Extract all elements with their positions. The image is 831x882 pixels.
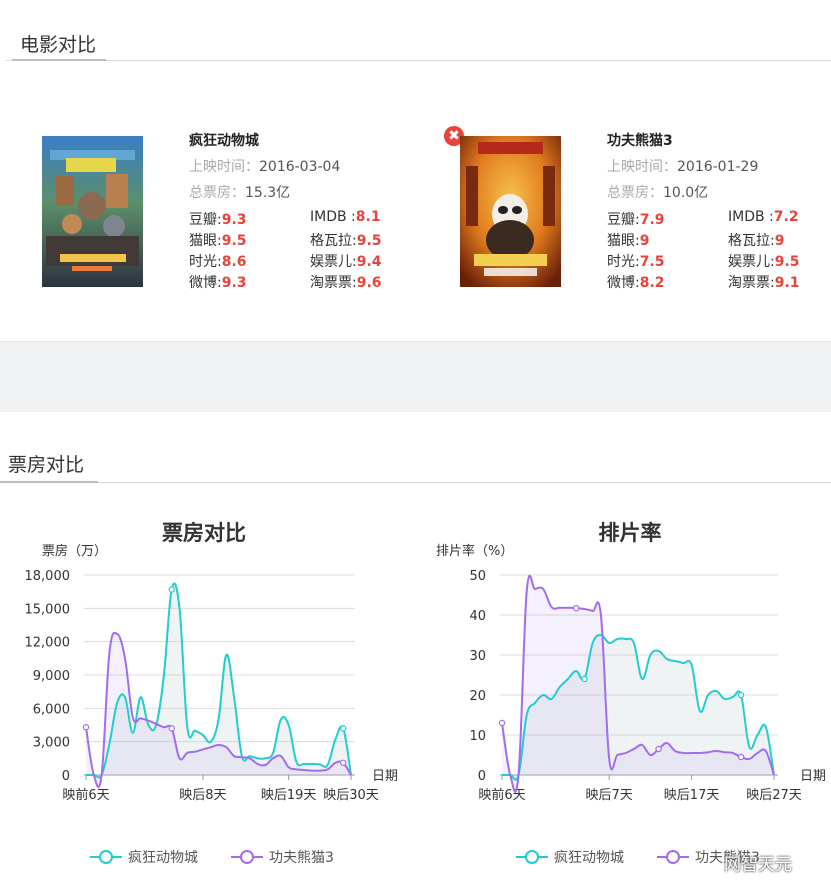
y-tick-label: 20 <box>469 689 486 704</box>
score-yulpiao: 娱票儿:9.4 <box>310 254 382 270</box>
screening-rate-chart: 排片率排片率（%） 日期 0 10 20 30 40 50 映前6天 映后7天 映后17天 映后27天… <box>416 505 831 882</box>
score-mtime: 时光:7.5 <box>607 254 665 270</box>
y-tick-label: 50 <box>469 569 486 584</box>
legend-label: 疯狂动物城 <box>128 850 198 866</box>
legend-marker <box>240 850 254 864</box>
series-point <box>498 719 506 727</box>
box-office-value: 15.3亿 <box>245 185 291 201</box>
section-spacer-band <box>0 341 831 412</box>
score-gewara: 格瓦拉:9.5 <box>310 233 382 249</box>
y-tick-label: 40 <box>469 609 486 624</box>
screening-rate-chart-svg: 排片率排片率（%） 日期 0 10 20 30 40 50 映前6天 映后7天 映后17天 映后27天… <box>436 521 826 866</box>
score-imdb: IMDB :7.2 <box>728 209 799 225</box>
y-tick-label: 30 <box>469 649 486 664</box>
box-office-chart-svg: 票房对比票房（万） 日期 0 3,000 6,000 9,000 12,000 15,000 1… <box>25 521 399 866</box>
legend-marker <box>666 850 680 864</box>
score-maoyan: 猫眼:9.5 <box>189 233 247 249</box>
score-taopiaopiao: 淘票票:9.1 <box>728 275 800 291</box>
series-point <box>572 604 580 612</box>
x-tick-label: 映前6天 <box>62 787 109 803</box>
y-tick-label: 0 <box>62 769 70 784</box>
score-weibo: 微博:9.3 <box>189 275 247 291</box>
release-date-row: 上映时间：2016-03-04 <box>189 156 340 176</box>
y-tick-label: 9,000 <box>33 669 70 684</box>
x-tick-label: 映后8天 <box>179 788 226 803</box>
legend-item[interactable]: 疯狂动物城 <box>90 850 198 866</box>
score-weibo: 微博:8.2 <box>607 275 665 291</box>
x-tick-label: 映后27天 <box>746 788 802 803</box>
box-office-row: 总票房：15.3亿 <box>189 182 290 202</box>
legend-item[interactable]: 功夫熊猫3 <box>231 850 334 866</box>
section-divider <box>6 60 831 61</box>
y-axis-label: 排片率（%） <box>436 543 513 559</box>
release-date-label: 上映时间： <box>189 159 259 175</box>
section-title-underline <box>0 481 98 483</box>
movie-card-zootopia: 疯狂动物城 上映时间：2016-03-04 总票房：15.3亿 豆瓣:9.3 I… <box>0 126 400 296</box>
kungfu-panda-poster-image[interactable] <box>460 136 561 287</box>
section-title-movie-compare: 电影对比 <box>20 34 97 56</box>
movie-card-kungfu-panda: ✖ 功夫熊猫3 上映时间：2016-01-29 总票房：10.0亿 豆瓣:7.9… <box>418 126 818 296</box>
x-axis-label: 日期 <box>372 769 398 784</box>
x-tick-label: 映前6天 <box>478 787 525 803</box>
movie-name[interactable]: 疯狂动物城 <box>189 130 259 150</box>
movie-compare-header: 电影对比 <box>0 0 831 64</box>
score-douban: 豆瓣:7.9 <box>607 212 665 228</box>
y-axis-label: 票房（万） <box>42 543 107 559</box>
legend-label: 功夫熊猫3 <box>269 850 334 866</box>
y-tick-label: 3,000 <box>33 736 70 751</box>
score-mtime: 时光:8.6 <box>189 254 247 270</box>
box-office-header: 票房对比 <box>0 412 831 484</box>
section-title-underline <box>12 59 106 61</box>
legend-label: 疯狂动物城 <box>554 850 624 866</box>
score-yulpiao: 娱票儿:9.5 <box>728 254 800 270</box>
y-tick-label: 10 <box>469 729 486 744</box>
chart-title: 票房对比 <box>162 521 246 545</box>
chart-title: 排片率 <box>599 521 662 545</box>
box-office-label: 总票房： <box>607 185 663 201</box>
x-tick-label: 映后19天 <box>261 788 317 803</box>
x-axis-label: 日期 <box>800 769 826 784</box>
score-maoyan: 猫眼:9 <box>607 233 650 249</box>
section-divider <box>0 482 831 483</box>
box-office-row: 总票房：10.0亿 <box>607 182 708 202</box>
x-tick-label: 映后17天 <box>664 788 720 803</box>
box-office-chart: 票房对比票房（万） 日期 0 3,000 6,000 9,000 12,000 15,000 1… <box>0 505 415 882</box>
series-point <box>655 745 662 753</box>
legend-marker <box>525 850 539 864</box>
zootopia-poster-image[interactable] <box>42 136 143 287</box>
score-imdb: IMDB :8.1 <box>310 209 381 225</box>
release-date-value: 2016-01-29 <box>677 159 759 175</box>
movie-name[interactable]: 功夫熊猫3 <box>607 130 673 150</box>
score-taopiaopiao: 淘票票:9.6 <box>310 275 382 291</box>
y-tick-label: 12,000 <box>25 636 71 651</box>
watermark-text: 网智天元 <box>724 855 792 875</box>
series-point <box>737 753 745 761</box>
series-point <box>168 725 175 732</box>
y-tick-label: 6,000 <box>33 702 70 717</box>
x-tick-label: 映后30天 <box>323 788 379 803</box>
y-tick-label: 0 <box>478 769 486 784</box>
legend-item[interactable]: 疯狂动物城 <box>516 850 624 866</box>
box-office-label: 总票房： <box>189 185 245 201</box>
box-office-value: 10.0亿 <box>663 185 709 201</box>
series-point <box>168 586 175 593</box>
series-point <box>737 691 745 699</box>
release-date-value: 2016-03-04 <box>259 159 341 175</box>
x-tick-label: 映后7天 <box>586 788 633 803</box>
release-date-row: 上映时间：2016-01-29 <box>607 156 758 176</box>
release-date-label: 上映时间： <box>607 159 677 175</box>
section-title-box-office: 票房对比 <box>8 454 85 476</box>
score-douban: 豆瓣:9.3 <box>189 212 247 228</box>
legend-marker <box>99 850 113 864</box>
series-point <box>581 675 588 683</box>
series-point <box>340 725 347 732</box>
series-point <box>82 724 90 731</box>
score-gewara: 格瓦拉:9 <box>728 233 785 249</box>
y-tick-label: 18,000 <box>25 569 71 584</box>
series-point <box>340 759 347 766</box>
y-tick-label: 15,000 <box>25 602 71 617</box>
